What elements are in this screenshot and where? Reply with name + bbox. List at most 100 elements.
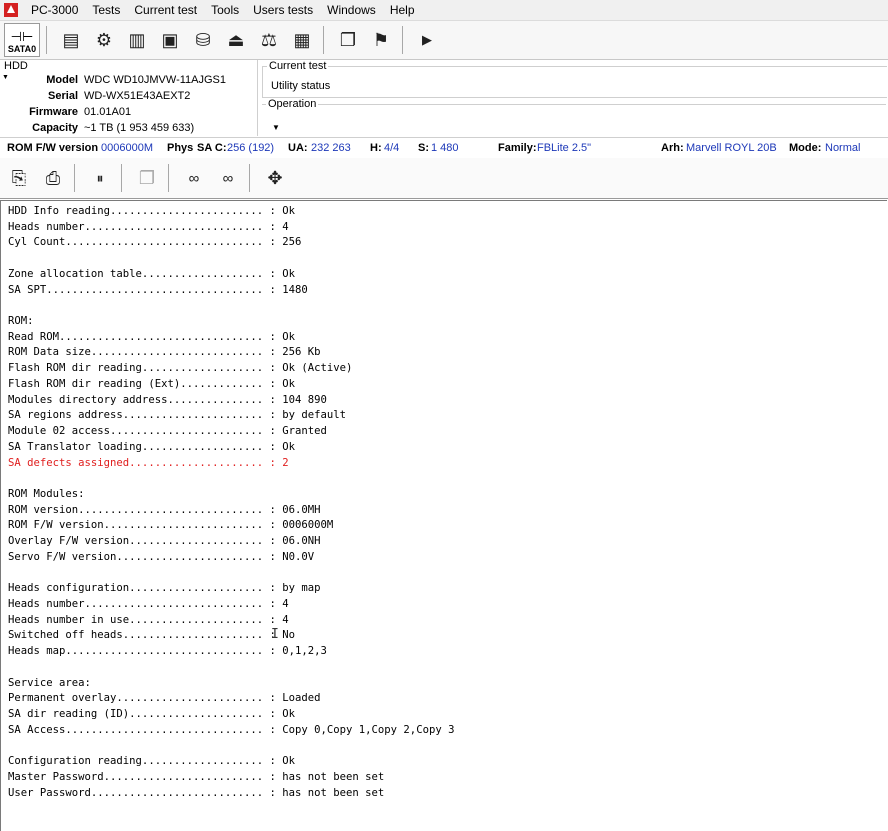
mode-value: Normal [825, 142, 861, 154]
firmware-value: 01.01A01 [84, 106, 132, 118]
log-line: Heads number in use.....................… [8, 613, 289, 626]
drive-status-line: ROM F/W version 0006000M Phys SA C: 256 … [0, 137, 888, 159]
family-label: Family: [498, 142, 537, 154]
phys-label: Phys [167, 142, 194, 154]
menu-users-tests[interactable]: Users tests [246, 0, 320, 20]
operation-dropdown-icon[interactable]: ▼ [272, 123, 280, 132]
log-line: ROM Modules: [8, 487, 85, 500]
binoculars-next-icon[interactable]: ∞ [213, 163, 243, 193]
sata-port-button[interactable]: ⊣⊢ SATA0 [4, 23, 40, 57]
chip-icon[interactable]: ▥ [122, 25, 152, 55]
pause-icon[interactable]: ⏸ [85, 163, 115, 193]
binoculars-icon[interactable]: ∞ [179, 163, 209, 193]
hdd-serial-row: Serial WD-WX51E43AEXT2 [0, 88, 257, 104]
hdd-panel-title: HDD [4, 60, 28, 72]
menu-current-test[interactable]: Current test [127, 0, 204, 20]
log-lines: HDD Info reading........................… [8, 204, 454, 801]
log-line: ROM F/W version.........................… [8, 519, 334, 532]
module-icon[interactable]: ▣ [155, 25, 185, 55]
model-label: Model [46, 74, 78, 86]
current-test-label: Current test [267, 60, 329, 72]
move-arrows-icon[interactable]: ✥ [260, 163, 290, 193]
copy-pages-icon[interactable]: ❐ [132, 163, 162, 193]
menu-bar: PC-3000 Tests Current test Tools Users t… [0, 0, 888, 21]
main-toolbar: ⊣⊢ SATA0 ▤ ⚙ ▥ ▣ ⛁ ⏏ ⚖ ▦ ❐ ⚑ ▶ [0, 21, 888, 60]
log-line: Cyl Count...............................… [8, 236, 302, 249]
log-line: SA Translator loading...................… [8, 440, 296, 453]
log-line: Flash ROM dir reading...................… [8, 362, 353, 375]
menu-help[interactable]: Help [383, 0, 422, 20]
play-icon[interactable]: ▶ [412, 25, 442, 55]
mode-label: Mode: [789, 142, 822, 154]
serial-label: Serial [48, 90, 78, 102]
settings-gear-icon[interactable]: ⚙ [89, 25, 119, 55]
log-line: ROM Data size...........................… [8, 346, 321, 359]
disk-icon[interactable]: ⛁ [188, 25, 218, 55]
log-line: Module 02 access........................… [8, 425, 327, 438]
log-line: Service area: [8, 676, 91, 689]
app-title: PC-3000 [31, 3, 79, 17]
operation-label: Operation [266, 98, 319, 110]
rom-fw-label: ROM F/W version [7, 142, 99, 154]
text-cursor-icon: I [271, 627, 279, 642]
arh-label: Arh: [661, 142, 684, 154]
ua-label: UA: [288, 142, 308, 154]
log-line: SA SPT..................................… [8, 283, 308, 296]
sata-port-label: SATA0 [7, 44, 37, 54]
hdd-info-icon[interactable]: ▤ [56, 25, 86, 55]
menu-tests[interactable]: Tests [85, 0, 127, 20]
log-line: HDD Info reading........................… [8, 205, 296, 217]
log-line: Servo F/W version.......................… [8, 550, 315, 563]
log-output-area[interactable]: HDD Info reading........................… [0, 200, 887, 831]
log-line: ROM: [8, 315, 34, 328]
log-line: Read ROM................................… [8, 330, 296, 343]
log-line: ROM version.............................… [8, 503, 321, 516]
log-line-error: SA defects assigned.....................… [8, 456, 289, 469]
log-line: Heads configuration.....................… [8, 582, 321, 595]
hdd-capacity-row: Capacity ~1 TB (1 953 459 633) [0, 120, 257, 136]
rom-fw-value: 0006000M [101, 142, 153, 154]
firmware-label: Firmware [29, 106, 78, 118]
toolbar-separator [74, 164, 75, 192]
log-line: Modules directory address...............… [8, 393, 327, 406]
log-line: Heads number............................… [8, 597, 289, 610]
arh-value: Marvell ROYL 20B [686, 142, 777, 154]
sa-c-value: 256 (192) [227, 142, 275, 154]
log-line: Heads map...............................… [8, 645, 327, 658]
log-line: Zone allocation table...................… [8, 267, 296, 280]
operation-group: Operation ▼ [262, 98, 886, 137]
menu-windows[interactable]: Windows [320, 0, 383, 20]
grid-icon[interactable]: ▦ [287, 25, 317, 55]
heads-label: H: [370, 142, 382, 154]
sata-plug-icon: ⊣⊢ [10, 29, 34, 44]
log-line: Master Password.........................… [8, 770, 385, 783]
toolbar-separator [46, 26, 47, 54]
menu-tools[interactable]: Tools [204, 0, 246, 20]
toolbar-separator [402, 26, 403, 54]
hdd-info-panel: HDD ▼ Model WDC WD10JMVW-11AJGS1 Serial … [0, 60, 258, 136]
toolbar-separator [121, 164, 122, 192]
family-value: FBLite 2.5" [537, 142, 592, 154]
save-log-icon[interactable]: ⎙ [38, 163, 68, 193]
run-man-icon[interactable]: ⚑ [366, 25, 396, 55]
heads-icon[interactable]: ⏏ [221, 25, 251, 55]
toolbar-separator [249, 164, 250, 192]
spt-label: S: [418, 142, 429, 154]
heads-value: 4/4 [384, 142, 400, 154]
copy-windows-icon[interactable]: ❐ [333, 25, 363, 55]
sa-c-label: SA C: [197, 142, 227, 154]
model-value: WDC WD10JMVW-11AJGS1 [84, 74, 227, 86]
log-line: User Password...........................… [8, 786, 385, 799]
app-logo-icon [4, 3, 18, 17]
balance-icon[interactable]: ⚖ [254, 25, 284, 55]
hdd-model-row: Model WDC WD10JMVW-11AJGS1 [0, 72, 257, 88]
toolbar-separator [323, 26, 324, 54]
start-test-icon[interactable]: ⎘ [4, 163, 34, 193]
test-toolbar: ⎘ ⎙ ⏸ ❐ ∞ ∞ ✥ [0, 158, 888, 199]
serial-value: WD-WX51E43AEXT2 [84, 90, 191, 102]
